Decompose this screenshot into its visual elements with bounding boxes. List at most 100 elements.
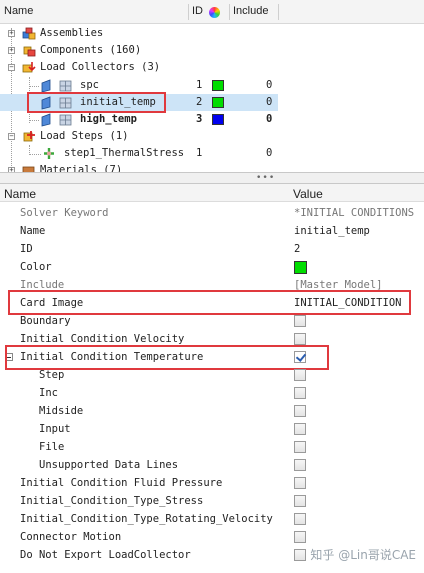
step-id: 1 — [196, 147, 203, 159]
prop-inc[interactable]: Inc — [0, 384, 424, 402]
unsupported-data-lines-checkbox[interactable] — [294, 459, 306, 471]
prop-label: ID — [20, 243, 33, 255]
splitter-grip[interactable]: ••• — [256, 173, 275, 183]
prop-unsupported-data-lines[interactable]: Unsupported Data Lines — [0, 456, 424, 474]
collector-color-swatch[interactable] — [212, 97, 224, 108]
tree-item-load-collectors[interactable]: − Load Collectors (3) — [0, 59, 424, 76]
load-collector-icon — [22, 62, 36, 73]
prop-initial-condition-fluid-pressure[interactable]: Initial Condition Fluid Pressure — [0, 474, 424, 492]
prop-boundary[interactable]: Boundary — [0, 312, 424, 330]
inc-checkbox[interactable] — [294, 387, 306, 399]
prop-file[interactable]: File — [0, 438, 424, 456]
tree-item-label: Materials (7) — [40, 164, 123, 172]
color-wheel-icon[interactable] — [209, 7, 220, 18]
prop-label: Solver Keyword — [20, 207, 109, 219]
prop-color[interactable]: Color — [0, 258, 424, 276]
material-icon — [22, 166, 35, 172]
load-collector-item-icon — [41, 113, 72, 127]
property-column-header: Name Value — [0, 184, 424, 202]
prop-include: Include [Master Model] — [0, 276, 424, 290]
collector-include: 0 — [266, 96, 273, 108]
tree-item-load-steps[interactable]: − Load Steps (1) — [0, 128, 424, 145]
prop-solver-keyword: Solver Keyword *INITIAL CONDITIONS — [0, 204, 424, 222]
tree-item-materials[interactable]: + Materials (7) — [0, 162, 424, 172]
collector-id: 2 — [196, 96, 203, 108]
tree-item-assemblies[interactable]: + Assemblies — [0, 25, 424, 42]
type-stress-checkbox[interactable] — [294, 495, 306, 507]
collector-include: 0 — [266, 113, 273, 125]
rotating-velocity-checkbox[interactable] — [294, 513, 306, 525]
color-picker-swatch[interactable] — [294, 261, 307, 274]
column-header-id[interactable]: ID — [192, 5, 203, 17]
collapse-toggle[interactable]: − — [8, 133, 15, 140]
highlight-annotation — [27, 92, 166, 113]
expand-toggle[interactable]: + — [8, 47, 15, 54]
tree-item-high-temp[interactable]: high_temp 3 0 — [0, 111, 424, 128]
component-icon — [23, 46, 36, 57]
load-step-icon — [23, 131, 35, 142]
panel-splitter[interactable]: ••• — [0, 172, 424, 184]
prop-label: Initial Condition Fluid Pressure — [20, 477, 223, 489]
tree-item-components[interactable]: + Components (160) — [0, 42, 424, 59]
prop-label: Unsupported Data Lines — [39, 459, 179, 471]
prop-initial-condition-type-rotating-velocity[interactable]: Initial_Condition_Type_Rotating_Velocity — [0, 510, 424, 528]
prop-step[interactable]: Step — [0, 366, 424, 384]
prop-input[interactable]: Input — [0, 420, 424, 438]
model-browser-tree: Name ID Include + Assemblies + Component… — [0, 0, 424, 172]
collapse-toggle[interactable]: − — [8, 64, 15, 71]
collector-color-swatch[interactable] — [212, 114, 224, 125]
load-collector-item-icon — [41, 79, 72, 93]
do-not-export-checkbox[interactable] — [294, 549, 306, 561]
fluid-pressure-checkbox[interactable] — [294, 477, 306, 489]
tree-column-header: Name ID Include — [0, 0, 424, 24]
prop-value: [Master Model] — [294, 279, 383, 290]
prop-label: Inc — [39, 387, 58, 399]
tree-item-label: spc — [80, 79, 99, 91]
prop-connector-motion[interactable]: Connector Motion — [0, 528, 424, 546]
tree-item-label: Assemblies — [40, 27, 104, 39]
prop-label: Name — [20, 225, 46, 237]
prop-initial-condition-type-stress[interactable]: Initial_Condition_Type_Stress — [0, 492, 424, 510]
assembly-icon — [22, 27, 36, 40]
prop-label: Do Not Export LoadCollector — [20, 549, 191, 561]
column-divider[interactable] — [278, 4, 279, 20]
prop-label: Initial Condition Velocity — [20, 333, 185, 345]
column-header-value[interactable]: Value — [293, 187, 323, 201]
connector-motion-checkbox[interactable] — [294, 531, 306, 543]
midside-checkbox[interactable] — [294, 405, 306, 417]
collector-id: 1 — [196, 79, 203, 91]
expand-toggle[interactable]: + — [8, 30, 15, 37]
collector-id: 3 — [196, 113, 203, 125]
prop-label: Initial_Condition_Type_Stress — [20, 495, 204, 507]
prop-label: Input — [39, 423, 71, 435]
id-value-field[interactable]: 2 — [294, 243, 300, 255]
prop-label: Step — [39, 369, 65, 381]
column-divider[interactable] — [229, 4, 230, 20]
tree-item-label: Load Steps (1) — [40, 130, 129, 142]
input-checkbox[interactable] — [294, 423, 306, 435]
tree-item-label: high_temp — [80, 113, 137, 125]
watermark: 知乎 @Lin哥说CAE — [310, 548, 416, 562]
column-divider[interactable] — [188, 4, 189, 20]
prop-id[interactable]: ID 2 — [0, 240, 424, 258]
prop-midside[interactable]: Midside — [0, 402, 424, 420]
prop-name[interactable]: Name initial_temp — [0, 222, 424, 240]
prop-label: Midside — [39, 405, 84, 417]
prop-label: Initial_Condition_Type_Rotating_Velocity — [20, 513, 273, 525]
collector-include: 0 — [266, 79, 273, 91]
column-header-name[interactable]: Name — [4, 5, 33, 17]
column-header-name[interactable]: Name — [4, 187, 36, 201]
step-checkbox[interactable] — [294, 369, 306, 381]
collector-color-swatch[interactable] — [212, 80, 224, 91]
file-checkbox[interactable] — [294, 441, 306, 453]
tree-item-label: step1_ThermalStress — [64, 147, 185, 159]
initial-condition-velocity-checkbox[interactable] — [294, 333, 306, 345]
prop-label: Include — [20, 279, 65, 290]
column-header-include[interactable]: Include — [233, 5, 268, 17]
prop-label: Connector Motion — [20, 531, 122, 543]
name-value-field[interactable]: initial_temp — [294, 225, 370, 237]
step-include: 0 — [266, 147, 273, 159]
prop-label: File — [39, 441, 65, 453]
boundary-checkbox[interactable] — [294, 315, 306, 327]
tree-item-step1[interactable]: step1_ThermalStress 1 0 — [0, 145, 424, 162]
